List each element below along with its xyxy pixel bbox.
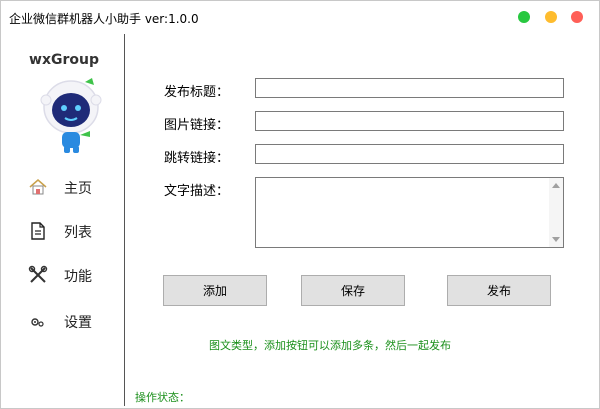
title-label: 发布标题： (163, 85, 229, 100)
title-input[interactable] (255, 78, 564, 98)
title-bar[interactable]: 企业微信群机器人小助手 ver:1.0.0 (1, 1, 599, 33)
description-textarea[interactable] (255, 177, 564, 248)
close-button[interactable] (571, 11, 583, 23)
sidebar-item-label: 列表 (64, 225, 92, 241)
tools-icon (28, 265, 48, 283)
robot-logo-icon (40, 78, 102, 153)
maximize-button[interactable] (518, 11, 530, 23)
sidebar-item-label: 设置 (64, 315, 92, 331)
sidebar-item-features[interactable]: 功能 (4, 257, 124, 293)
description-scrollbar[interactable] (549, 178, 563, 247)
add-button[interactable]: 添加 (163, 275, 267, 306)
document-icon (31, 222, 45, 240)
status-label: 操作状态： (135, 391, 190, 404)
scroll-down-arrow-icon[interactable] (552, 237, 560, 242)
home-icon (29, 179, 47, 195)
sidebar-item-home[interactable]: 主页 (4, 169, 124, 205)
sidebar: wxGroup 主页 列表 功能 设置 (4, 34, 125, 406)
description-label: 文字描述： (163, 184, 229, 199)
image-link-input[interactable] (255, 111, 564, 131)
publish-button[interactable]: 发布 (447, 275, 551, 306)
sidebar-item-label: 主页 (64, 181, 92, 197)
hint-text: 图文类型，添加按钮可以添加多条，然后一起发布 (209, 339, 451, 352)
window-title: 企业微信群机器人小助手 ver:1.0.0 (9, 12, 199, 26)
jump-link-label: 跳转链接： (163, 151, 229, 166)
brand-name: wxGroup (29, 52, 99, 68)
app-window: 企业微信群机器人小助手 ver:1.0.0 wxGroup 主页 列表 功能 设… (0, 0, 600, 409)
jump-link-input[interactable] (255, 144, 564, 164)
sidebar-item-label: 功能 (64, 269, 92, 285)
sidebar-item-list[interactable]: 列表 (4, 213, 124, 249)
image-link-label: 图片链接： (163, 118, 229, 133)
save-button[interactable]: 保存 (301, 275, 405, 306)
gears-icon (31, 318, 44, 327)
sidebar-item-settings[interactable]: 设置 (4, 303, 124, 339)
minimize-button[interactable] (545, 11, 557, 23)
scroll-up-arrow-icon[interactable] (552, 183, 560, 188)
